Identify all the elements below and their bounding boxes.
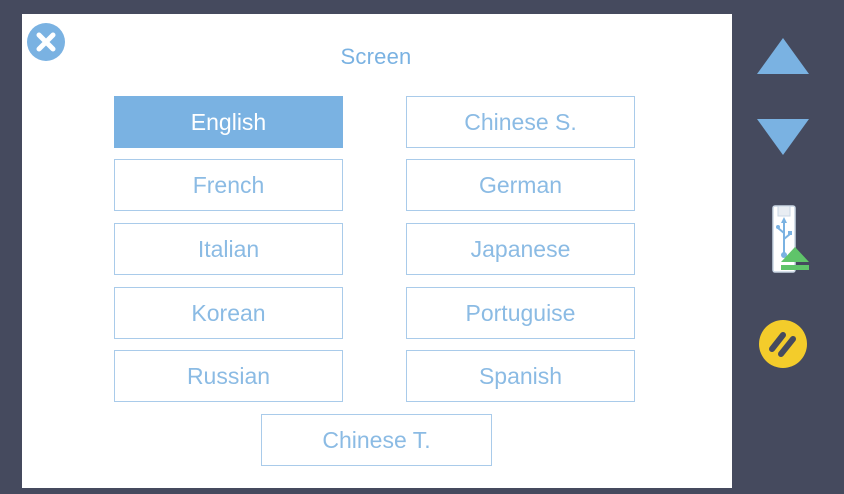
usb-eject-button[interactable] bbox=[767, 203, 811, 277]
language-label: English bbox=[190, 108, 267, 135]
pause-icon bbox=[759, 320, 807, 368]
language-label: Russian bbox=[186, 362, 271, 389]
language-option-korean[interactable]: Korean bbox=[114, 287, 343, 339]
language-label: German bbox=[478, 171, 563, 198]
language-option-french[interactable]: French bbox=[114, 159, 343, 211]
language-label: Portuguise bbox=[465, 299, 576, 326]
language-option-spanish[interactable]: Spanish bbox=[406, 350, 635, 402]
pause-button[interactable] bbox=[757, 318, 809, 370]
language-label: Korean bbox=[191, 299, 266, 326]
device-frame: Screen English Chinese S. French German … bbox=[0, 0, 844, 494]
language-option-chinese-simplified[interactable]: Chinese S. bbox=[406, 96, 635, 148]
language-label: Japanese bbox=[470, 235, 571, 262]
language-label: Spanish bbox=[478, 362, 563, 389]
language-option-italian[interactable]: Italian bbox=[114, 223, 343, 275]
language-option-japanese[interactable]: Japanese bbox=[406, 223, 635, 275]
usb-eject-icon bbox=[772, 205, 809, 273]
language-label: Italian bbox=[197, 235, 260, 262]
dialog-title: Screen bbox=[340, 44, 412, 69]
language-label: Chinese S. bbox=[464, 108, 577, 135]
language-option-german[interactable]: German bbox=[406, 159, 635, 211]
arrow-down-icon bbox=[757, 119, 809, 155]
language-option-english[interactable]: English bbox=[114, 96, 343, 148]
language-label: French bbox=[192, 171, 265, 198]
language-option-chinese-traditional[interactable]: Chinese T. bbox=[261, 414, 492, 466]
arrow-up-icon bbox=[757, 38, 809, 74]
scroll-up-button[interactable] bbox=[755, 36, 811, 76]
scroll-down-button[interactable] bbox=[755, 117, 811, 157]
language-option-russian[interactable]: Russian bbox=[114, 350, 343, 402]
language-option-portuguese[interactable]: Portuguise bbox=[406, 287, 635, 339]
language-label: Chinese T. bbox=[322, 426, 431, 453]
